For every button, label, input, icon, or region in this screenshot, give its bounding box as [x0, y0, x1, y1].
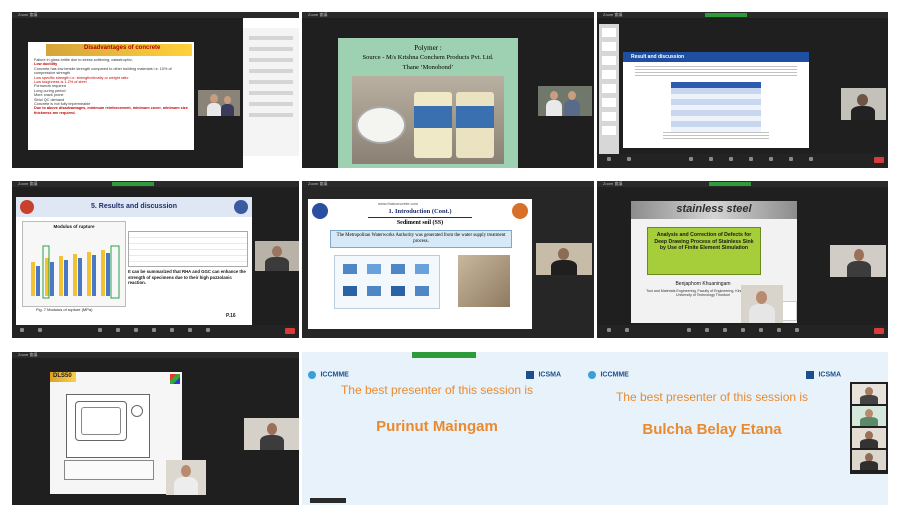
slide-thumbnails[interactable] — [599, 24, 619, 156]
slide-title: Disadvantages of concrete — [84, 45, 161, 51]
meeting-window-9: ICCMME ICSMA The best presenter of this … — [574, 352, 888, 505]
left-logo: ICCMME — [308, 366, 349, 384]
participants-panel[interactable] — [243, 18, 299, 168]
award-line: The best presenter of this session is — [340, 383, 534, 397]
meeting-window-3: Zoom 會議 Result and discussion — [597, 12, 888, 168]
meeting-window-5: Zoom 會議 www.thaiconcrete.com 1. Introduc… — [302, 181, 594, 338]
slide-heading: 1. Introduction (Cont.) — [388, 208, 452, 215]
end-meeting-button[interactable] — [285, 328, 295, 334]
participant-video[interactable] — [852, 406, 886, 426]
recording-indicator — [705, 13, 747, 17]
video-strip[interactable] — [850, 382, 888, 474]
end-meeting-button[interactable] — [874, 328, 884, 334]
shared-slide: Polymer : Source - M/s Krishna Conchem P… — [338, 38, 518, 168]
participant-video[interactable] — [198, 90, 240, 116]
meeting-window-7: Zoom 會議 DLS50 — [12, 352, 299, 505]
right-logo: ICSMA — [526, 366, 561, 384]
meeting-window-4: Zoom 會議 5. Results and discussion Modulu… — [12, 181, 299, 338]
window-titlebar: Zoom 會議 — [597, 181, 888, 187]
participant-video[interactable] — [538, 86, 592, 116]
left-logo: ICCMME — [588, 366, 629, 384]
modulus-chart: Modulus of rupture — [22, 221, 126, 307]
participant-video[interactable] — [852, 450, 886, 470]
presenter-name: Bulcha Belay Etana — [642, 421, 782, 438]
sediment-photo — [458, 255, 510, 307]
recording-indicator — [112, 182, 154, 186]
participant-video[interactable] — [852, 384, 886, 404]
dls-label: DLS50 — [50, 372, 76, 382]
sink-drawing — [66, 394, 150, 458]
end-meeting-button[interactable] — [874, 157, 884, 163]
brand-banner: stainless steel — [631, 201, 797, 219]
info-box: The Metropolitan Waterworks Authority wa… — [330, 230, 512, 248]
slide-title: Result and discussion — [631, 54, 685, 60]
meeting-window-2: Zoom 會議 Polymer : Source - M/s Krishna C… — [302, 12, 594, 168]
data-table — [128, 231, 248, 267]
recording-indicator — [709, 182, 751, 186]
watermark: www.thaiconcrete.com — [378, 201, 419, 206]
shared-slide: www.thaiconcrete.com 1. Introduction (Co… — [308, 199, 532, 329]
right-logo: ICSMA — [806, 366, 841, 384]
window-titlebar: Zoom 會議 — [12, 181, 299, 187]
participant-video[interactable] — [841, 88, 886, 120]
slide-line-2: Source - M/s Krishna Conchem Products Pv… — [362, 54, 494, 61]
window-titlebar: Zoom 會議 — [302, 181, 594, 187]
recording-indicator — [412, 352, 476, 358]
title-box: Analysis and Correction of Defects for D… — [647, 227, 761, 275]
result-table — [671, 82, 761, 132]
award-line: The best presenter of this session is — [615, 390, 809, 404]
participant-video-self[interactable] — [166, 460, 206, 495]
slide-title: 5. Results and discussion — [91, 203, 177, 210]
bottom-control[interactable] — [310, 498, 346, 503]
meeting-toolbar[interactable] — [12, 325, 299, 338]
participant-video[interactable] — [852, 428, 886, 448]
participant-video-self[interactable] — [741, 285, 783, 323]
participant-video[interactable] — [244, 418, 299, 450]
meeting-toolbar[interactable] — [597, 154, 888, 168]
participant-video[interactable] — [830, 245, 886, 277]
slide-subheading: Sediment soil (SS) — [396, 220, 444, 226]
window-titlebar: Zoom 會議 — [597, 12, 888, 18]
polymer-photo — [352, 76, 504, 164]
shared-slide: DLS50 — [50, 372, 182, 494]
participant-video[interactable] — [536, 243, 592, 275]
meeting-toolbar[interactable] — [597, 325, 888, 338]
figure-caption: Fig. 7 Modulus of rupture (MPa) — [36, 307, 93, 312]
page-number: P.16 — [226, 313, 236, 319]
slide-line-3: Thane ‘Monobond’ — [402, 64, 454, 71]
meeting-window-1: Zoom 會議 Disadvantages of concrete Failur… — [12, 12, 299, 168]
presenter-name: Purinut Maingam — [376, 418, 498, 435]
water-treatment-diagram — [334, 255, 440, 309]
slide-bullets: Failure in glass brittle due to stress s… — [34, 58, 188, 115]
slide-line-1: Polymer : — [414, 44, 442, 52]
shared-slide: Result and discussion — [623, 52, 809, 148]
summary-note: It can be summarized that RHA and GGC ca… — [128, 269, 246, 285]
window-titlebar: Zoom 會議 — [12, 352, 299, 358]
meeting-window-8: ICCMME ICSMA The best presenter of this … — [302, 352, 594, 505]
window-titlebar: Zoom 會議 — [302, 12, 594, 18]
shared-slide: 5. Results and discussion Modulus of rup… — [16, 197, 252, 325]
participant-video[interactable] — [255, 241, 299, 271]
shared-slide: Disadvantages of concrete Failure in gla… — [28, 42, 194, 150]
cube-icon — [170, 374, 180, 384]
meeting-window-6: Zoom 會議 stainless steel Analysis and Cor… — [597, 181, 888, 338]
